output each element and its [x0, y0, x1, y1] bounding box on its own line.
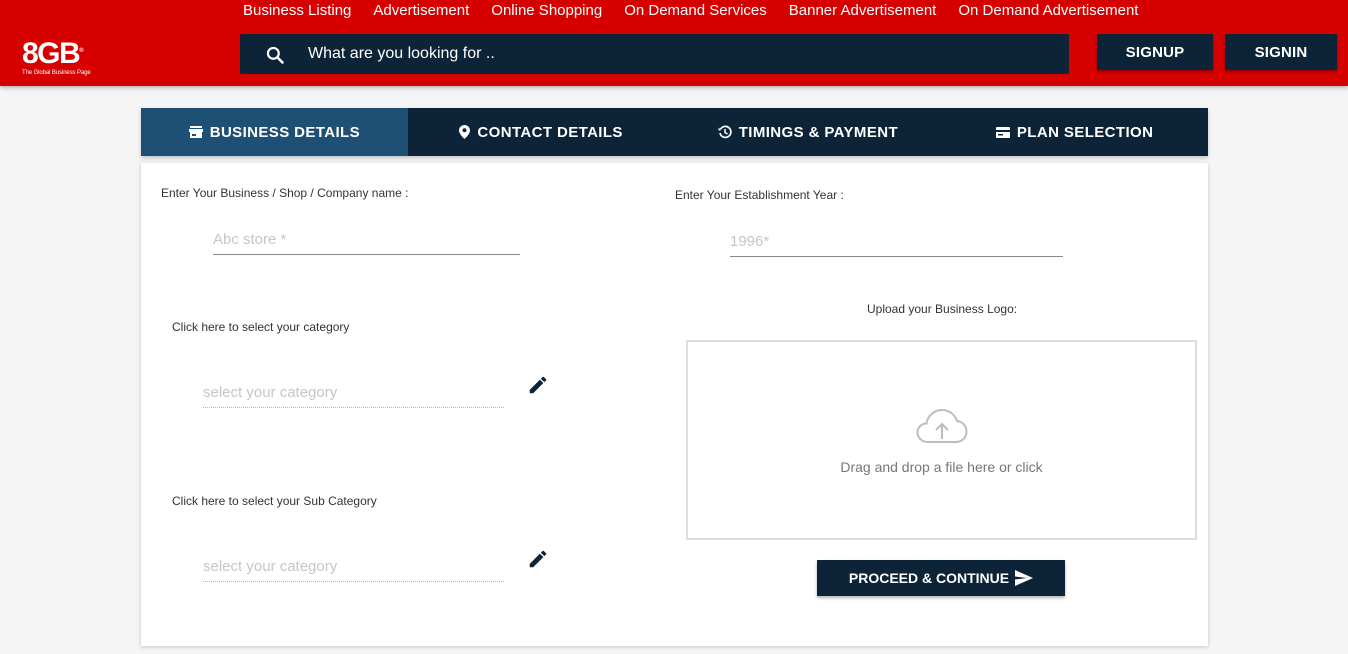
tab-timings-payment[interactable]: TIMINGS & PAYMENT	[675, 108, 942, 156]
tab-contact-details[interactable]: CONTACT DETAILS	[408, 108, 675, 156]
search-input[interactable]	[308, 34, 1048, 74]
signin-button[interactable]: SIGNIN	[1225, 34, 1337, 70]
tab-label: BUSINESS DETAILS	[209, 123, 361, 141]
tab-label: PLAN SELECTION	[1016, 123, 1154, 141]
proceed-continue-button[interactable]: PROCEED & CONTINUE	[817, 560, 1065, 596]
logo-dropzone[interactable]: Drag and drop a file here or click	[686, 340, 1197, 540]
proceed-label: PROCEED & CONTINUE	[848, 570, 1010, 586]
send-icon	[1015, 570, 1034, 586]
tab-label: TIMINGS & PAYMENT	[738, 123, 899, 141]
establishment-year-label: Enter Your Establishment Year :	[675, 188, 844, 202]
cloud-upload-icon	[916, 408, 968, 443]
location-pin-icon	[459, 125, 471, 139]
step-tabs: BUSINESS DETAILS CONTACT DETAILS TIMINGS…	[141, 108, 1208, 156]
dropzone-text: Drag and drop a file here or click	[840, 459, 1043, 475]
edit-category-pencil-icon[interactable]	[527, 374, 549, 396]
subcategory-select[interactable]	[203, 552, 504, 582]
registered-icon: ®	[79, 48, 83, 54]
tab-label: CONTACT DETAILS	[477, 123, 623, 141]
nav-on-demand-advertisement[interactable]: On Demand Advertisement	[958, 2, 1138, 22]
card-icon	[995, 126, 1010, 138]
business-details-form: Enter Your Business / Shop / Company nam…	[141, 163, 1208, 646]
tab-business-details[interactable]: BUSINESS DETAILS	[141, 108, 408, 156]
history-icon	[718, 125, 732, 139]
site-header: Business Listing Advertisement Online Sh…	[0, 0, 1348, 86]
nav-online-shopping[interactable]: Online Shopping	[491, 2, 602, 22]
search-icon[interactable]	[265, 45, 285, 65]
signup-button[interactable]: SIGNUP	[1097, 34, 1213, 70]
establishment-year-input[interactable]	[730, 227, 1063, 257]
category-label: Click here to select your category	[172, 320, 350, 334]
store-icon	[188, 126, 203, 138]
nav-banner-advertisement[interactable]: Banner Advertisement	[789, 2, 937, 22]
logo-tagline: The Global Business Page	[22, 70, 91, 76]
logo-text: 8GB	[22, 37, 81, 70]
business-name-label: Enter Your Business / Shop / Company nam…	[161, 186, 409, 200]
edit-subcategory-pencil-icon[interactable]	[527, 548, 549, 570]
top-nav: Business Listing Advertisement Online Sh…	[232, 2, 1149, 22]
logo[interactable]: 8GB® The Global Business Page	[22, 36, 102, 82]
nav-advertisement[interactable]: Advertisement	[373, 2, 469, 22]
category-select[interactable]	[203, 378, 504, 408]
search-bar	[240, 34, 1069, 74]
nav-on-demand-services[interactable]: On Demand Services	[624, 2, 767, 22]
nav-business-listing[interactable]: Business Listing	[243, 2, 351, 22]
business-name-input[interactable]	[213, 225, 520, 255]
subcategory-label: Click here to select your Sub Category	[172, 494, 377, 508]
logo-upload-label: Upload your Business Logo:	[867, 302, 1018, 316]
tab-plan-selection[interactable]: PLAN SELECTION	[941, 108, 1208, 156]
